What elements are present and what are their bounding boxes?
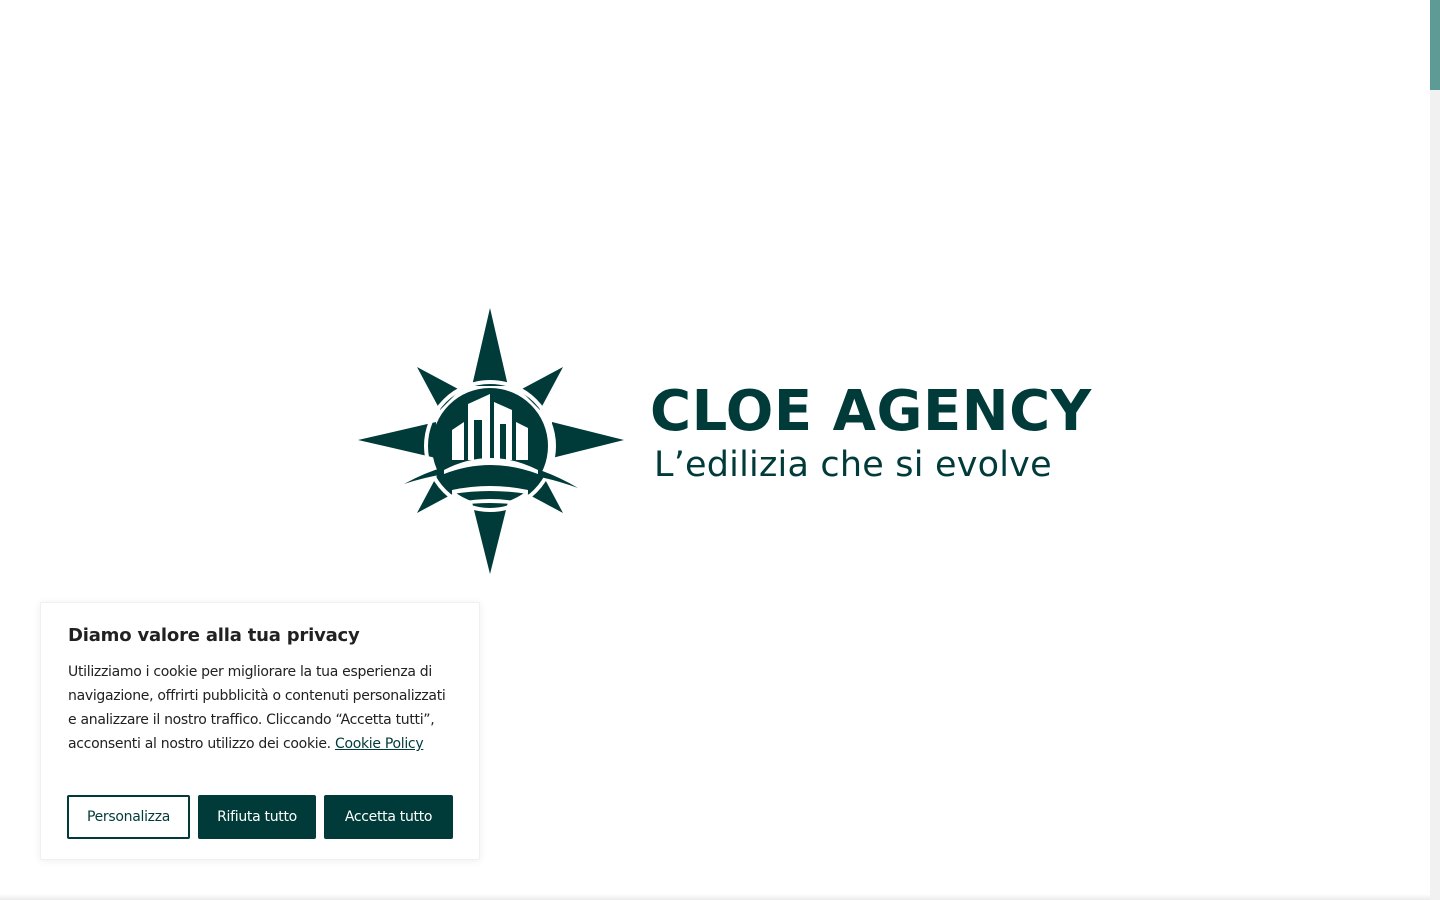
- cookie-banner-buttons: Personalizza Rifiuta tutto Accetta tutto: [67, 795, 453, 839]
- cookie-banner-title: Diamo valore alla tua privacy: [68, 625, 360, 646]
- brand-logo[interactable]: CLOE AGENCY L’edilizia che si evolve: [356, 306, 1091, 578]
- cookie-banner-text: Utilizziamo i cookie per migliorare la t…: [68, 660, 453, 756]
- page: CLOE AGENCY L’edilizia che si evolve Dia…: [0, 0, 1440, 900]
- accept-all-button[interactable]: Accetta tutto: [324, 795, 453, 839]
- compass-star-building-icon: [358, 308, 624, 574]
- brand-tagline: L’edilizia che si evolve: [654, 445, 1052, 485]
- scrollbar-thumb[interactable]: [1430, 0, 1440, 90]
- cookie-policy-link[interactable]: Cookie Policy: [335, 736, 424, 752]
- scrollbar-track[interactable]: [1430, 0, 1440, 900]
- cookie-consent-banner: Diamo valore alla tua privacy Utilizziam…: [40, 602, 480, 860]
- brand-name: CLOE AGENCY: [650, 379, 1092, 444]
- bottom-edge-shadow: [0, 894, 1430, 900]
- customize-button[interactable]: Personalizza: [67, 795, 190, 839]
- reject-all-button[interactable]: Rifiuta tutto: [198, 795, 316, 839]
